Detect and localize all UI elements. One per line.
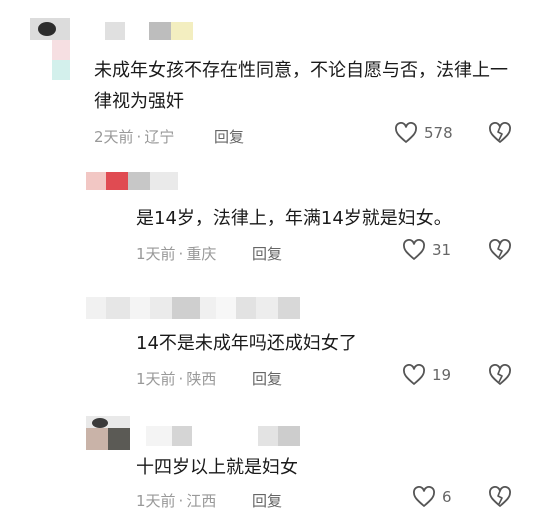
username-blurred[interactable] bbox=[86, 172, 178, 190]
heart-outline-icon bbox=[403, 364, 425, 385]
comment-time: 1天前 bbox=[136, 370, 176, 388]
avatar[interactable] bbox=[30, 18, 70, 80]
broken-heart-icon[interactable] bbox=[487, 239, 513, 261]
broken-heart-icon[interactable] bbox=[487, 486, 513, 508]
like-button[interactable]: 6 bbox=[412, 486, 452, 508]
avatar[interactable] bbox=[86, 416, 130, 450]
comment-time: 1天前 bbox=[136, 492, 176, 510]
comment-text: 是14岁，法律上，年满14岁就是妇女。 bbox=[136, 208, 452, 229]
meta-separator: · bbox=[178, 370, 184, 388]
reply-button[interactable]: 回复 bbox=[252, 243, 282, 264]
broken-heart-icon[interactable] bbox=[487, 364, 513, 386]
like-button[interactable]: 19 bbox=[402, 364, 451, 386]
reply-button[interactable]: 回复 bbox=[252, 490, 282, 511]
reply-button[interactable]: 回复 bbox=[252, 368, 282, 389]
comment-location: 陕西 bbox=[186, 370, 217, 388]
comment-meta: 1天前 · 重庆 bbox=[136, 243, 216, 264]
comment-meta: 1天前 · 陕西 bbox=[136, 368, 216, 389]
comment-time: 1天前 bbox=[136, 245, 176, 263]
comment-text: 十四岁以上就是妇女 bbox=[136, 457, 298, 478]
like-button[interactable]: 31 bbox=[402, 239, 451, 261]
like-button[interactable]: 578 bbox=[394, 122, 453, 144]
reply-button[interactable]: 回复 bbox=[214, 126, 244, 147]
comment-text: 未成年女孩不存在性同意，不论自愿与否，法律上一律视为强奸 bbox=[94, 60, 508, 112]
broken-heart-icon[interactable] bbox=[487, 122, 513, 144]
comment-time: 2天前 bbox=[94, 128, 134, 146]
comment-text: 14不是未成年吗还成妇女了 bbox=[136, 333, 357, 354]
like-count: 578 bbox=[424, 124, 453, 142]
meta-separator: · bbox=[136, 128, 142, 146]
like-count: 31 bbox=[432, 241, 452, 259]
username-blurred[interactable] bbox=[105, 22, 193, 40]
comment-location: 江西 bbox=[186, 492, 217, 510]
heart-outline-icon bbox=[413, 486, 435, 507]
heart-outline-icon bbox=[395, 122, 417, 143]
like-count: 19 bbox=[432, 366, 452, 384]
comment-location: 重庆 bbox=[186, 245, 217, 263]
username-blurred[interactable] bbox=[86, 297, 300, 319]
comment-location: 辽宁 bbox=[144, 128, 175, 146]
comment-meta: 1天前 · 江西 bbox=[136, 490, 216, 511]
meta-separator: · bbox=[178, 492, 184, 510]
heart-outline-icon bbox=[403, 239, 425, 260]
like-count: 6 bbox=[442, 488, 452, 506]
comment-meta: 2天前 · 辽宁 bbox=[94, 126, 174, 147]
meta-separator: · bbox=[178, 245, 184, 263]
username-blurred[interactable] bbox=[146, 426, 300, 446]
